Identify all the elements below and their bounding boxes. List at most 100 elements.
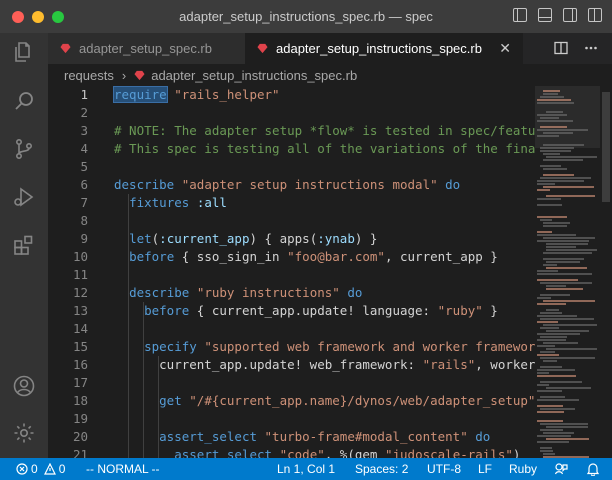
code-line[interactable]: 16 current_app.update! web_framework: "r…	[48, 356, 535, 374]
code-line[interactable]: 2	[48, 104, 535, 122]
language-mode[interactable]: Ruby	[509, 458, 537, 480]
split-editor-icon[interactable]	[554, 41, 568, 55]
minimap-line	[537, 129, 588, 131]
close-window-button[interactable]	[12, 10, 24, 23]
minimap[interactable]	[535, 86, 600, 458]
code-line[interactable]: 10 before { sso_sign_in "foo@bar.com", c…	[48, 248, 535, 266]
line-number: 4	[80, 141, 88, 156]
toggle-panel-icon[interactable]	[538, 8, 552, 22]
code-line[interactable]: 14	[48, 320, 535, 338]
minimap-line	[537, 240, 589, 242]
code-line[interactable]: 19	[48, 410, 535, 428]
code-line[interactable]: 3 # NOTE: The adapter setup *flow* is tes…	[48, 122, 535, 140]
minimap-line	[543, 300, 595, 302]
code-line[interactable]: 6 describe "adapter setup instructions mo…	[48, 176, 535, 194]
cursor-position[interactable]: Ln 1, Col 1	[277, 458, 335, 480]
vertical-scrollbar[interactable]	[600, 86, 612, 458]
breadcrumb-file[interactable]: adapter_setup_instructions_spec.rb	[151, 68, 357, 83]
minimap-line	[546, 249, 597, 251]
indent-guide	[128, 194, 129, 458]
run-debug-icon[interactable]	[12, 185, 36, 209]
minimap-line	[540, 294, 570, 296]
minimap-line	[537, 354, 559, 356]
account-icon[interactable]	[12, 374, 36, 398]
title-bar: adapter_setup_instructions_spec.rb — spe…	[0, 0, 612, 33]
minimap-line	[540, 96, 564, 98]
window-controls	[12, 10, 64, 23]
code-editor[interactable]: 1 require "rails_helper" 2 3 # NOTE: The ada…	[48, 86, 535, 458]
more-actions-icon[interactable]	[584, 41, 598, 55]
end-of-line[interactable]: LF	[478, 458, 492, 480]
minimap-line	[543, 186, 594, 188]
minimap-line	[546, 438, 589, 440]
code-line[interactable]: 9 let(:current_app) { apps(:ynab) }	[48, 230, 535, 248]
minimap-line	[543, 237, 595, 239]
minimap-line	[537, 120, 573, 122]
line-code: before { current_app.update! language: "…	[144, 303, 498, 318]
code-line[interactable]: 11	[48, 266, 535, 284]
minimap-line	[537, 372, 549, 374]
code-line[interactable]: 17	[48, 374, 535, 392]
code-line[interactable]: 20 assert_select "turbo-frame#modal_cont…	[48, 428, 535, 446]
tab-adapter-setup-spec[interactable]: adapter_setup_spec.rb	[48, 33, 245, 64]
toggle-secondary-sidebar-icon[interactable]	[563, 8, 577, 22]
line-number: 17	[72, 375, 88, 390]
error-icon	[16, 463, 28, 475]
zoom-window-button[interactable]	[52, 10, 64, 23]
code-line[interactable]: 8	[48, 212, 535, 230]
search-icon[interactable]	[12, 89, 36, 113]
code-line[interactable]: 4 # This spec is testing all of the varia…	[48, 140, 535, 158]
problems-indicator[interactable]: 0 0	[16, 458, 65, 480]
code-line[interactable]: 1 require "rails_helper"	[48, 86, 535, 104]
line-code: assert_select "turbo-frame#modal_content…	[159, 429, 491, 444]
ruby-file-icon	[257, 43, 268, 54]
customize-layout-icon[interactable]	[588, 8, 602, 22]
minimap-line	[543, 93, 558, 95]
line-number: 5	[80, 159, 88, 174]
line-code: let(:current_app) { apps(:ynab) }	[129, 231, 378, 246]
line-number: 21	[72, 447, 88, 458]
indentation[interactable]: Spaces: 2	[355, 458, 408, 480]
minimap-line	[546, 426, 588, 428]
minimap-line	[540, 396, 565, 398]
code-line[interactable]: 21 assert_select "code", %(gem "judoscal…	[48, 446, 535, 458]
minimap-line	[537, 399, 579, 401]
line-number: 8	[80, 213, 88, 228]
toggle-primary-sidebar-icon[interactable]	[513, 8, 527, 22]
line-code: require "rails_helper"	[113, 86, 280, 103]
minimap-line	[537, 99, 571, 101]
status-bar: 0 0 -- NORMAL -- Ln 1, Col 1 Spaces: 2 U…	[0, 458, 612, 480]
settings-gear-icon[interactable]	[12, 421, 36, 445]
minimap-line	[537, 321, 558, 323]
minimap-line	[543, 132, 573, 134]
notifications-icon[interactable]	[586, 458, 600, 480]
minimize-window-button[interactable]	[32, 10, 44, 23]
minimap-line	[543, 144, 584, 146]
extensions-icon[interactable]	[12, 233, 36, 257]
code-line[interactable]: 5	[48, 158, 535, 176]
line-code: assert_select "code", %(gem "judoscale-r…	[174, 447, 521, 458]
code-line[interactable]: 15 specify "supported web framework and …	[48, 338, 535, 356]
files-icon[interactable]	[12, 40, 36, 64]
code-line[interactable]: 18 get "/#{current_app.name}/dynos/web/a…	[48, 392, 535, 410]
chevron-right-icon: ›	[121, 67, 127, 83]
tab-adapter-setup-instructions-spec[interactable]: adapter_setup_instructions_spec.rb ✕	[245, 33, 523, 64]
minimap-line	[537, 204, 562, 206]
code-line[interactable]: 7 fixtures :all	[48, 194, 535, 212]
code-line[interactable]: 13 before { current_app.update! language…	[48, 302, 535, 320]
minimap-line	[540, 336, 567, 338]
code-line[interactable]: 12 describe "ruby instructions" do	[48, 284, 535, 302]
minimap-line	[546, 309, 559, 311]
line-code: specify "supported web framework and wor…	[144, 339, 535, 354]
minimap-line	[546, 261, 580, 263]
minimap-line	[540, 423, 588, 425]
feedback-icon[interactable]	[554, 458, 568, 480]
encoding[interactable]: UTF-8	[427, 458, 461, 480]
close-tab-icon[interactable]: ✕	[499, 40, 511, 57]
minimap-line	[537, 198, 561, 200]
source-control-icon[interactable]	[12, 137, 36, 161]
breadcrumb-folder[interactable]: requests	[64, 68, 114, 83]
minimap-line	[537, 135, 559, 137]
scrollbar-thumb[interactable]	[602, 92, 610, 202]
minimap-line	[537, 384, 549, 386]
